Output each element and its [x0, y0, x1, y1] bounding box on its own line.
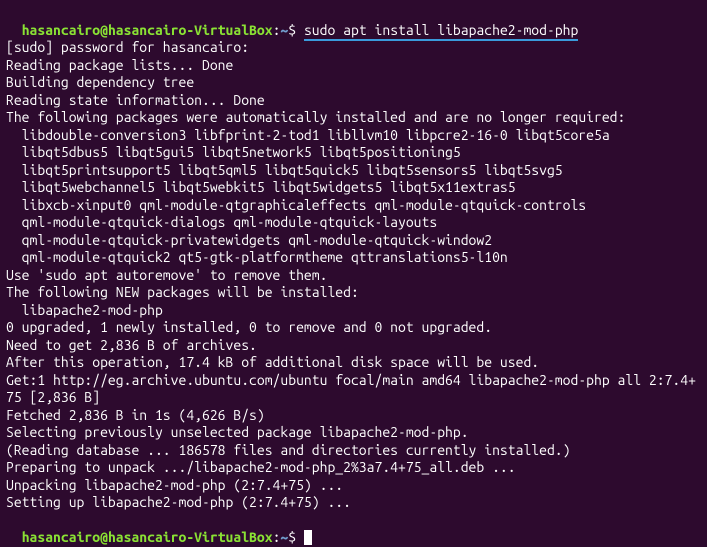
prompt-at: @	[100, 529, 108, 545]
prompt-dollar: $	[288, 22, 304, 38]
output-line: Unpacking libapache2-mod-php (2:7.4+75) …	[6, 477, 701, 495]
output-indent: qml-module-qtquick-dialogs qml-module-qt…	[6, 214, 701, 232]
output-indent: libqt5dbus5 libqt5gui5 libqt5network5 li…	[6, 144, 701, 162]
output-line: Preparing to unpack .../libapache2-mod-p…	[6, 459, 701, 477]
output-line: Use 'sudo apt autoremove' to remove them…	[6, 267, 701, 285]
output-line: qml-module-qtquick-dialogs qml-module-qt…	[6, 214, 701, 232]
output-line: libqt5webchannel5 libqt5webkit5 libqt5wi…	[6, 179, 701, 197]
output-line: Setting up libapache2-mod-php (2:7.4+75)…	[6, 494, 701, 512]
output-line: [sudo] password for hasancairo:	[6, 39, 701, 57]
prompt-line-1[interactable]: hasancairo@hasancairo-VirtualBox:~$ sudo…	[6, 4, 701, 39]
output-line: 0 upgraded, 1 newly installed, 0 to remo…	[6, 319, 701, 337]
output-indent: libqt5printsupport5 libqt5qml5 libqt5qui…	[6, 162, 701, 180]
output-line: libdouble-conversion3 libfprint-2-tod1 l…	[6, 127, 701, 145]
prompt-line-2[interactable]: hasancairo@hasancairo-VirtualBox:~$	[6, 512, 701, 547]
output-line: libxcb-xinput0 qml-module-qtgraphicaleff…	[6, 197, 701, 215]
output-indent: libapache2-mod-php	[6, 302, 701, 320]
output-line: Get:1 http://eg.archive.ubuntu.com/ubunt…	[6, 372, 701, 407]
command-text: sudo apt install libapache2-mod-php	[304, 22, 578, 41]
output-indent: qml-module-qtquick2 qt5-gtk-platformthem…	[6, 249, 701, 267]
output-line: qml-module-qtquick-privatewidgets qml-mo…	[6, 232, 701, 250]
prompt-host: hasancairo-VirtualBox	[108, 529, 273, 545]
output-line: Selecting previously unselected package …	[6, 424, 701, 442]
prompt-host: hasancairo-VirtualBox	[108, 22, 273, 38]
output-line: The following NEW packages will be insta…	[6, 284, 701, 302]
output-line: libapache2-mod-php	[6, 302, 701, 320]
prompt-path: ~	[280, 529, 288, 545]
output-line: The following packages were automaticall…	[6, 109, 701, 127]
prompt-colon: :	[273, 529, 281, 545]
output-line: libqt5dbus5 libqt5gui5 libqt5network5 li…	[6, 144, 701, 162]
output-indent: libxcb-xinput0 qml-module-qtgraphicaleff…	[6, 197, 701, 215]
output-line: (Reading database ... 186578 files and d…	[6, 442, 701, 460]
output-line: Need to get 2,836 B of archives.	[6, 337, 701, 355]
output-line: Fetched 2,836 B in 1s (4,626 B/s)	[6, 407, 701, 425]
prompt-user: hasancairo	[22, 22, 100, 38]
output-line: Building dependency tree	[6, 74, 701, 92]
output-line: libqt5printsupport5 libqt5qml5 libqt5qui…	[6, 162, 701, 180]
output-line: Reading package lists... Done	[6, 57, 701, 75]
output-line: Reading state information... Done	[6, 92, 701, 110]
output-line: After this operation, 17.4 kB of additio…	[6, 354, 701, 372]
prompt-user: hasancairo	[22, 529, 100, 545]
output-indent: qml-module-qtquick-privatewidgets qml-mo…	[6, 232, 701, 250]
prompt-at: @	[100, 22, 108, 38]
cursor-icon	[304, 530, 312, 545]
output-indent: libdouble-conversion3 libfprint-2-tod1 l…	[6, 127, 701, 145]
output-line: qml-module-qtquick2 qt5-gtk-platformthem…	[6, 249, 701, 267]
output-indent: libqt5webchannel5 libqt5webkit5 libqt5wi…	[6, 179, 701, 197]
prompt-dollar: $	[288, 529, 304, 545]
